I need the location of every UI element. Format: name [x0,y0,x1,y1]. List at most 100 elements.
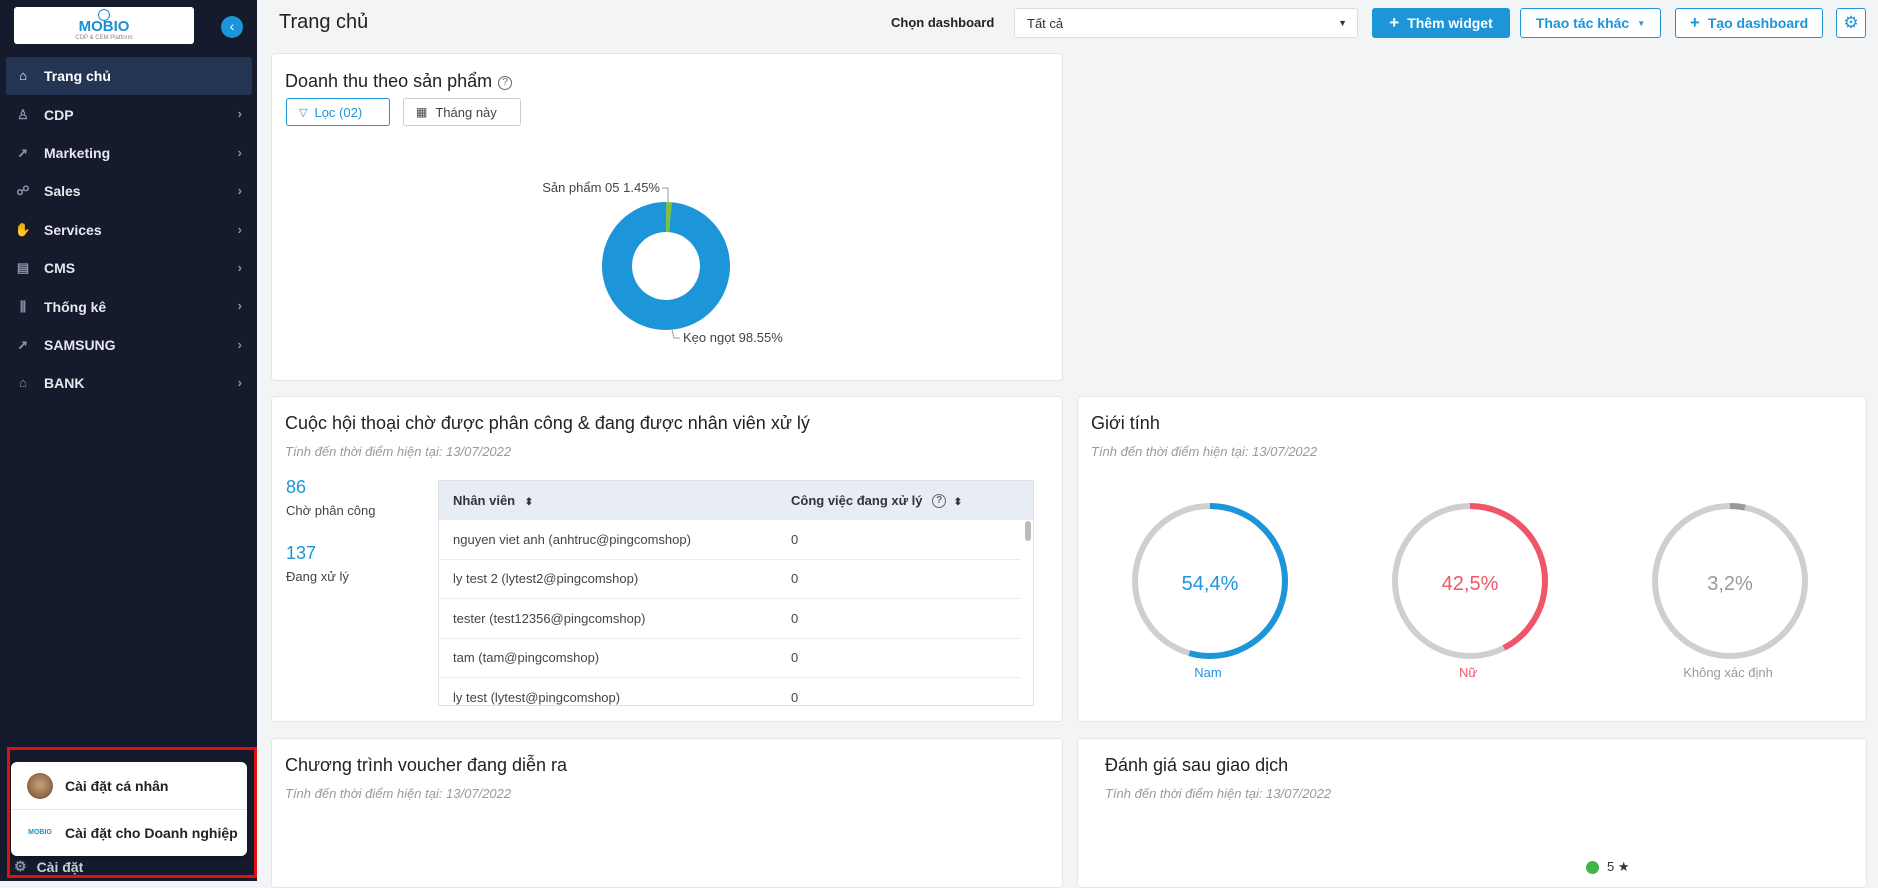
chart-icon: ⫼ [20,298,26,314]
collapse-sidebar-button[interactable]: ‹ [221,16,243,38]
plus-icon: + [1689,13,1700,32]
staff-table: Nhân viên ⬍ Công việc đang xử lý ? ⬍ ngu… [438,480,1034,706]
gender-value-female: 42,5% [1441,573,1499,595]
table-row: tam (tam@pingcomshop) 0 [439,639,1021,678]
leader-line-large [671,329,680,339]
sidebar-item-home[interactable]: ⌂ Trang chủ [6,57,252,96]
sidebar-item-samsung[interactable]: ➚ SAMSUNG › [6,326,252,364]
sidebar-item-sales[interactable]: ☍ Sales › [6,172,252,210]
service-icon: ✋ [14,221,32,237]
staff-name: ly test 2 (lytest2@pingcomshop) [453,571,639,587]
task-count: 0 [791,650,799,666]
sidebar-item-label: Thống kê [44,298,107,315]
gender-label-unknown: Không xác định [1683,665,1773,680]
conversations-subtitle: Tính đến thời điểm hiện tại: 13/07/2022 [285,444,512,459]
sidebar-item-label: CMS [44,260,76,277]
rating-legend-item[interactable]: 5 ★ [1586,859,1630,875]
table-row: ly test 2 (lytest2@pingcomshop) 0 [439,560,1021,599]
other-actions-button[interactable]: Thao tác khác ▼ [1520,8,1661,38]
revenue-card: Doanh thu theo sản phẩm? ▽ Lọc (02) ▦ Th… [271,53,1063,381]
conversations-title: Cuộc hội thoại chờ được phân công & đang… [285,413,810,433]
slice-label-small: Sản phẩm 05 1.45% [542,180,660,195]
sidebar-item-label: SAMSUNG [44,336,116,353]
help-icon[interactable]: ? [498,76,513,90]
task-count: 0 [791,531,799,547]
sidebar-item-label: BANK [44,375,85,392]
logo-text: MOBIO [78,18,130,35]
chevron-right-icon: › [237,375,242,391]
chevron-right-icon: › [237,221,242,237]
task-count: 0 [791,689,799,705]
legend-dot [1586,860,1599,874]
voucher-card: Chương trình voucher đang diễn ra Tính đ… [271,738,1063,888]
chevron-right-icon: › [237,106,242,122]
gender-label-male: Nam [1194,665,1222,680]
table-row: tester (test12356@pingcomshop) 0 [439,599,1021,639]
dashboard-settings-button[interactable]: ⚙ [1836,8,1866,38]
processing-count: 137 [286,543,317,563]
legend-label: 5 ★ [1607,859,1630,874]
sidebar-item-label: Services [44,221,102,238]
logo-mark-icon [98,9,110,21]
gender-title: Giới tính [1091,413,1160,433]
staff-name: ly test (lytest@pingcomshop) [453,689,621,705]
scroll-thumb[interactable] [1025,521,1031,541]
sidebar-item-statistics[interactable]: ⫼ Thống kê › [6,287,252,325]
processing-label: Đang xử lý [286,569,349,584]
table-row: nguyen viet anh (anhtruc@pingcomshop) 0 [439,520,1021,560]
sidebar-item-marketing[interactable]: ➚ Marketing › [6,134,252,172]
dashboard-select-value: Tất cả [1027,16,1064,31]
mobio-logo[interactable]: MOBIO CDP & CEM Platform [14,7,194,44]
sort-icon: ⬍ [953,497,963,508]
calendar-icon: ▦ [416,105,428,119]
add-widget-button[interactable]: + Thêm widget [1372,8,1510,38]
sidebar-item-bank[interactable]: ⌂ BANK › [6,364,252,402]
dashboard-select[interactable]: Tất cả ▼ [1014,8,1358,38]
waiting-label: Chờ phân công [286,503,376,518]
revenue-donut-chart: Sản phẩm 05 1.45% Kẹo ngọt 98.55% [542,180,783,345]
chevron-right-icon: › [237,144,242,160]
gender-subtitle: Tính đến thời điểm hiện tại: 13/07/2022 [1091,444,1318,459]
rating-subtitle: Tính đến thời điểm hiện tại: 13/07/2022 [1105,786,1332,801]
sidebar-item-cms[interactable]: ▤ CMS › [6,249,252,287]
gender-card: Giới tính Tính đến thời điểm hiện tại: 1… [1077,396,1867,722]
filter-icon: ▽ [299,106,308,119]
sidebar-item-label: Marketing [44,144,111,161]
page-title: Trang chủ [279,11,369,33]
sidebar-item-services[interactable]: ✋ Services › [6,211,252,249]
column-header-tasks[interactable]: Công việc đang xử lý ? ⬍ [791,493,962,508]
help-icon[interactable]: ? [932,494,947,508]
sidebar-item-cdp[interactable]: ♙ CDP › [6,95,252,133]
leader-line-small [662,187,669,202]
gear-icon: ⚙ [1843,13,1859,32]
voucher-title: Chương trình voucher đang diễn ra [285,755,568,775]
dashboard-select-label: Chọn dashboard [891,15,995,30]
slice-label-large: Kẹo ngọt 98.55% [683,330,783,345]
rating-card: Đánh giá sau giao dịch Tính đến thời điể… [1077,738,1867,888]
filter-label: Lọc (02) [314,104,363,120]
create-dashboard-label: Tạo dashboard [1707,15,1809,31]
donut-slice-0[interactable] [602,202,730,330]
sort-icon: ⬍ [524,497,534,508]
period-label: Tháng này [435,104,497,120]
create-dashboard-button[interactable]: + Tạo dashboard [1675,8,1823,38]
top-bar: Trang chủ Chọn dashboard Tất cả ▼ + Thêm… [257,0,1878,46]
task-count: 0 [791,571,799,587]
staff-name: tester (test12356@pingcomshop) [453,610,646,626]
cms-icon: ▤ [16,260,30,276]
table-scrollbar[interactable] [1025,521,1031,705]
column-label: Công việc đang xử lý [791,493,923,508]
chevron-right-icon: › [237,298,242,314]
chevron-right-icon: › [237,259,242,275]
sidebar-item-label: Sales [44,183,81,200]
table-row: ly test (lytest@pingcomshop) 0 [439,678,1021,705]
home-icon: ⌂ [19,68,27,84]
rating-title: Đánh giá sau giao dịch [1105,755,1289,775]
sidebar-item-label: CDP [44,106,74,123]
sidebar-item-label: Trang chủ [44,68,111,85]
column-header-staff[interactable]: Nhân viên ⬍ [439,493,791,508]
revenue-title: Doanh thu theo sản phẩm? [285,71,513,92]
gender-value-male: 54,4% [1181,573,1239,595]
rocket-icon: ➚ [17,144,29,160]
caret-down-icon: ▼ [1338,18,1347,28]
